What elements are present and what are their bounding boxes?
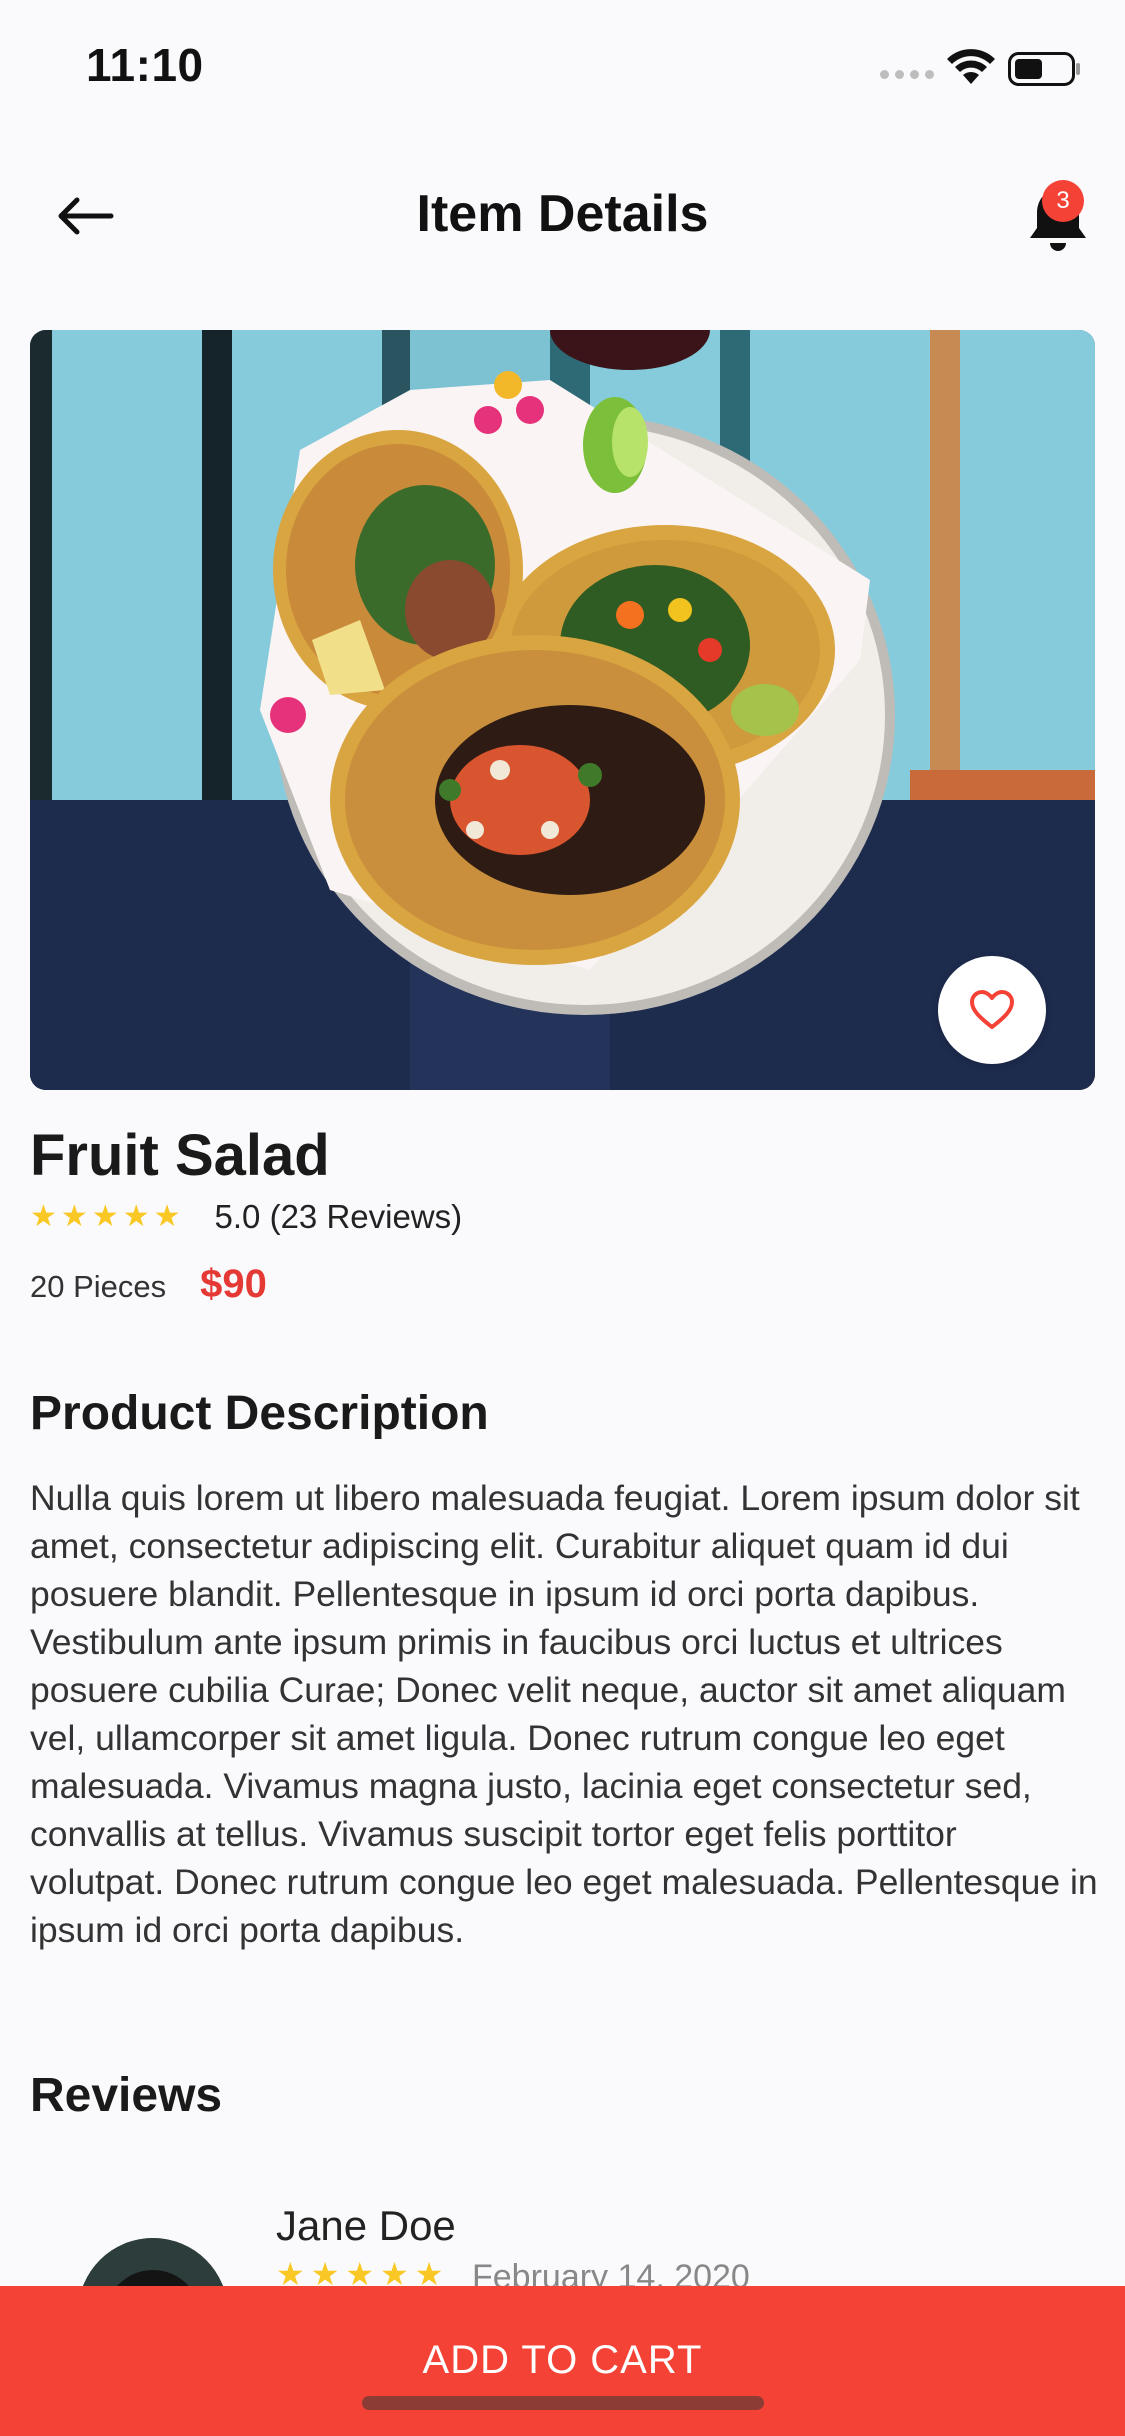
app-header: Item Details [0,160,1125,270]
item-name: Fruit Salad [30,1123,330,1188]
favorite-button[interactable] [938,956,1046,1064]
pieces-count: 20 Pieces [30,1269,167,1304]
home-indicator[interactable] [362,2396,764,2410]
star-icon: ★ [91,1200,119,1233]
page-title: Item Details [416,185,709,243]
cellular-signal-icon [880,70,934,79]
add-to-cart-label: ADD TO CART [422,2338,703,2382]
quantity-price-row: 20 Pieces $90 [30,1262,267,1307]
description-text: Nulla quis lorem ut libero malesuada feu… [30,1478,1098,1950]
battery-icon [1008,52,1080,86]
star-icon: ★ [122,1200,150,1233]
reviewer-name: Jane Doe [276,2202,456,2249]
star-icon: ★ [153,1200,181,1233]
heart-outline-icon [970,990,1014,1029]
reviews-heading: Reviews [30,2069,223,2122]
rating-text: 5.0 (23 Reviews) [214,1198,463,1235]
star-icon: ★ [60,1200,88,1233]
review-item: Jane Doe ★ ★ ★ ★ ★ February 14, 2020 [0,2198,1125,2388]
product-image [30,330,1095,1090]
wifi-icon [947,49,995,84]
status-time: 11:10 [86,39,204,91]
item-price: $90 [200,1262,267,1306]
status-bar: 11:10 [0,0,1125,132]
item-rating: ★ ★ ★ ★ ★ 5.0 (23 Reviews) [30,1198,462,1236]
notification-badge: 3 [1042,180,1084,222]
rating-stars: ★ ★ ★ ★ ★ [30,1202,181,1232]
description-heading: Product Description [30,1387,489,1440]
star-icon: ★ [30,1200,57,1233]
add-to-cart-button[interactable]: ADD TO CART [0,2286,1125,2436]
